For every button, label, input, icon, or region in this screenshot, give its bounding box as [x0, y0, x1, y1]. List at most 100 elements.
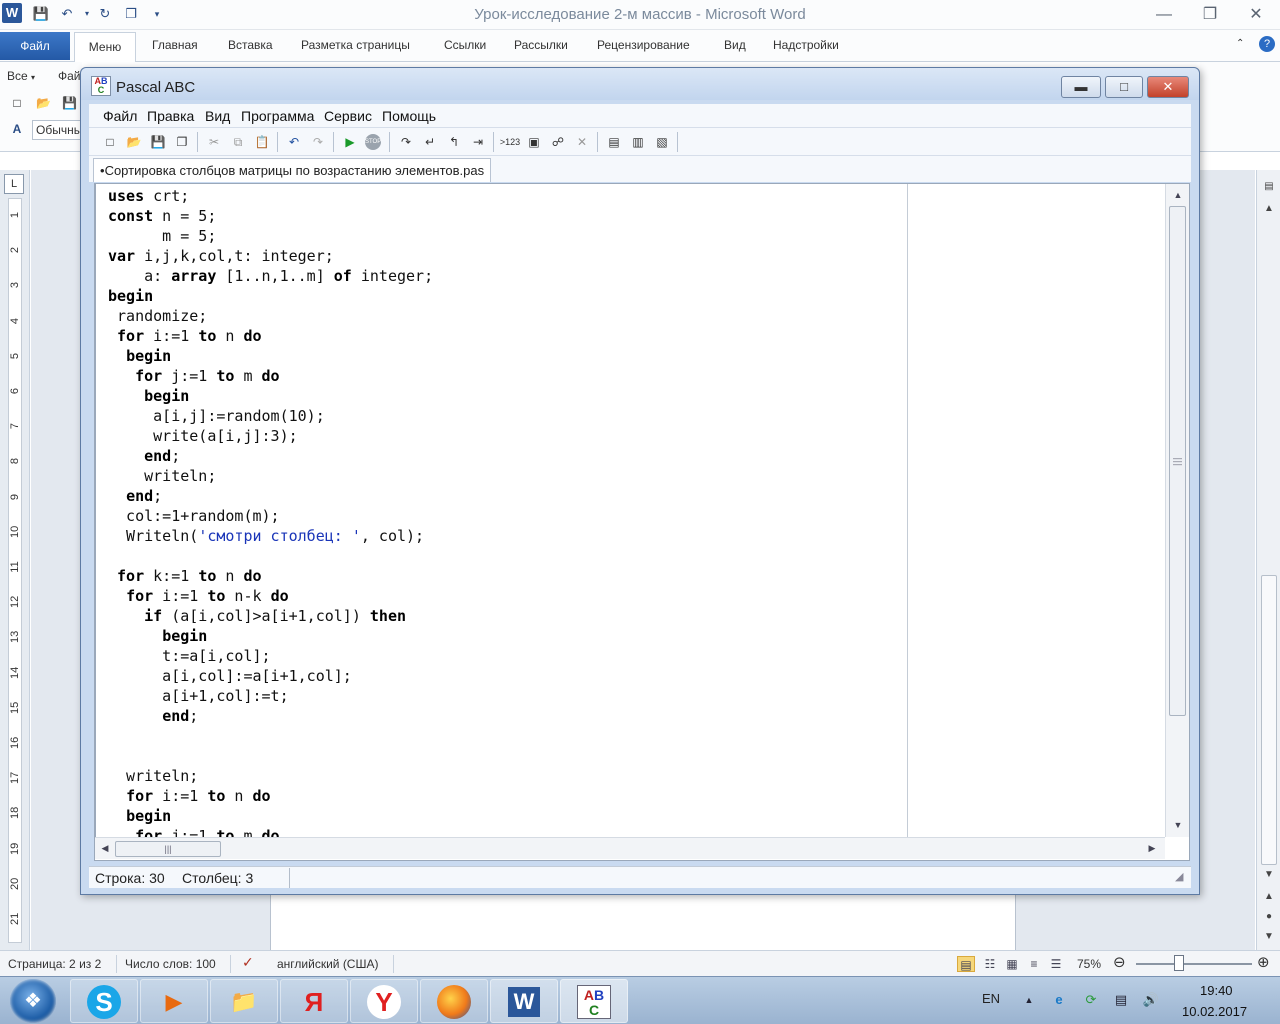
network-icon[interactable]: ▤: [1112, 991, 1130, 1009]
code-line[interactable]: begin: [108, 626, 905, 646]
code-line[interactable]: for j:=1 to m do: [108, 826, 905, 837]
code-text[interactable]: uses crt; const n = 5; m = 5; var i,j,k,co…: [96, 184, 905, 837]
code-line[interactable]: [108, 726, 905, 746]
compile-icon[interactable]: ▥: [629, 133, 647, 151]
full-screen-reading-icon[interactable]: ☷: [981, 956, 999, 972]
zoom-level[interactable]: 75%: [1077, 957, 1101, 971]
file-commands-label[interactable]: Фай: [58, 69, 81, 83]
tab-menu[interactable]: Меню: [74, 32, 136, 62]
save-all-icon[interactable]: ❐: [173, 133, 191, 151]
save-icon[interactable]: 💾: [62, 96, 77, 110]
code-line[interactable]: a[i+1,col]:=t;: [108, 686, 905, 706]
help-icon[interactable]: ?: [1259, 36, 1275, 52]
code-line[interactable]: begin: [108, 806, 905, 826]
tab-insert[interactable]: Вставка: [228, 38, 273, 52]
print-layout-icon[interactable]: ▤: [957, 956, 975, 972]
code-line[interactable]: a: array [1..n,1..m] of integer;: [108, 266, 905, 286]
menu-file[interactable]: Файл: [103, 108, 137, 124]
output-window-icon[interactable]: ▣: [525, 133, 543, 151]
outline-icon[interactable]: ≡: [1025, 956, 1043, 972]
code-line[interactable]: writeln;: [108, 466, 905, 486]
run-icon[interactable]: ▶: [341, 133, 359, 151]
all-commands-dropdown[interactable]: Все ▾: [7, 69, 35, 83]
code-line[interactable]: const n = 5;: [108, 206, 905, 226]
code-editor[interactable]: uses crt; const n = 5; m = 5; var i,j,k,co…: [94, 183, 1190, 861]
stop-icon[interactable]: STOP: [365, 134, 381, 150]
tab-home[interactable]: Главная: [152, 38, 198, 52]
tab-addins[interactable]: Надстройки: [773, 38, 839, 52]
resize-grip-icon[interactable]: ◢: [1175, 870, 1183, 883]
options-icon[interactable]: ▧: [653, 133, 671, 151]
watch-icon[interactable]: ☍: [549, 133, 567, 151]
new-file-icon[interactable]: □: [101, 133, 119, 151]
clock-date[interactable]: 10.02.2017: [1182, 1004, 1247, 1019]
copy-icon[interactable]: ⧉: [229, 133, 247, 151]
code-line[interactable]: end;: [108, 446, 905, 466]
zoom-slider-thumb[interactable]: [1174, 955, 1184, 971]
pascal-maximize-button[interactable]: □: [1105, 76, 1143, 98]
zoom-in-icon[interactable]: ⊕: [1257, 953, 1270, 971]
code-line[interactable]: [108, 546, 905, 566]
editor-vscroll-thumb[interactable]: — — —: [1169, 206, 1186, 716]
draft-icon[interactable]: ☰: [1047, 956, 1065, 972]
editor-vertical-scrollbar[interactable]: ▲ — — — ▼: [1165, 184, 1189, 837]
word-app[interactable]: W: [490, 979, 558, 1023]
tab-selector-button[interactable]: L: [4, 174, 24, 194]
language-indicator[interactable]: английский (США): [277, 957, 378, 971]
style-selector[interactable]: Обычны: [32, 120, 82, 140]
explorer-app[interactable]: 📁: [210, 979, 278, 1023]
save-file-icon[interactable]: 💾: [149, 133, 167, 151]
scroll-up-icon[interactable]: ▲: [1260, 200, 1278, 218]
step-out-icon[interactable]: ↰: [445, 133, 463, 151]
code-line[interactable]: writeln;: [108, 766, 905, 786]
word-restore-button[interactable]: ❐: [1190, 2, 1230, 28]
ruler-toggle-icon[interactable]: ▤: [1260, 178, 1278, 196]
code-line[interactable]: uses crt;: [108, 186, 905, 206]
editor-hscroll-thumb[interactable]: |||: [115, 841, 221, 857]
scroll-down-icon[interactable]: ▼: [1260, 866, 1278, 884]
code-line[interactable]: [108, 746, 905, 766]
show-hidden-icons[interactable]: ▲: [1020, 991, 1038, 1009]
undo-icon[interactable]: ↶: [285, 133, 303, 151]
run-to-cursor-icon[interactable]: ⇥: [469, 133, 487, 151]
code-line[interactable]: begin: [108, 346, 905, 366]
delete-watch-icon[interactable]: ✕: [573, 133, 591, 151]
scroll-right-icon[interactable]: ▶: [1145, 841, 1159, 855]
web-layout-icon[interactable]: ▦: [1003, 956, 1021, 972]
yandex-browser-app[interactable]: Y: [350, 979, 418, 1023]
sync-icon[interactable]: ⟳: [1082, 991, 1100, 1009]
tab-references[interactable]: Ссылки: [444, 38, 486, 52]
code-line[interactable]: for j:=1 to m do: [108, 366, 905, 386]
firefox-app[interactable]: [420, 979, 488, 1023]
word-vertical-scrollbar[interactable]: ▤ ▲ ▼ ▲ ● ▼: [1256, 170, 1280, 950]
menu-program[interactable]: Программа: [241, 108, 314, 124]
style-icon[interactable]: A: [10, 122, 24, 136]
input-language[interactable]: EN: [982, 991, 1000, 1006]
code-line[interactable]: a[i,col]:=a[i+1,col];: [108, 666, 905, 686]
editor-blank-area[interactable]: [908, 184, 1165, 837]
new-document-icon[interactable]: □: [10, 96, 24, 110]
tab-view[interactable]: Вид: [724, 38, 746, 52]
next-page-icon[interactable]: ▼: [1260, 928, 1278, 946]
code-line[interactable]: col:=1+random(m);: [108, 506, 905, 526]
ie-icon[interactable]: e: [1050, 991, 1068, 1009]
menu-edit[interactable]: Правка: [147, 108, 194, 124]
code-line[interactable]: randomize;: [108, 306, 905, 326]
pascal-minimize-button[interactable]: ▬: [1061, 76, 1101, 98]
start-button[interactable]: ❖: [10, 979, 56, 1023]
media-player-app[interactable]: ▶: [140, 979, 208, 1023]
page-indicator[interactable]: Страница: 2 из 2: [8, 957, 101, 971]
file-tab[interactable]: •Сортировка столбцов матрицы по возраста…: [93, 158, 492, 182]
cut-icon[interactable]: ✂: [205, 133, 223, 151]
code-line[interactable]: Writeln('смотри столбец: ', col);: [108, 526, 905, 546]
editor-horizontal-scrollbar[interactable]: ◀ ||| ▶: [95, 837, 1165, 859]
code-area[interactable]: uses crt; const n = 5; m = 5; var i,j,k,co…: [95, 184, 905, 837]
pascal-close-button[interactable]: ✕: [1147, 76, 1189, 98]
menu-service[interactable]: Сервис: [324, 108, 372, 124]
word-scroll-thumb[interactable]: [1261, 575, 1277, 865]
zoom-slider[interactable]: [1136, 963, 1252, 965]
code-line[interactable]: a[i,j]:=random(10);: [108, 406, 905, 426]
document-page[interactable]: [270, 895, 1016, 950]
paste-icon[interactable]: 📋: [253, 133, 271, 151]
code-line[interactable]: begin: [108, 286, 905, 306]
